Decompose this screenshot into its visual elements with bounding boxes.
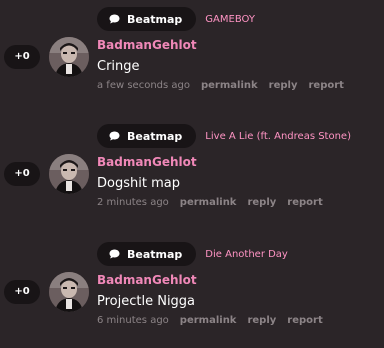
beatmap-pill-label: Beatmap [127, 129, 183, 143]
reply-link[interactable]: reply [247, 315, 276, 326]
map-title-link[interactable]: Die Another Day [205, 249, 288, 260]
report-link[interactable]: report [308, 80, 343, 91]
permalink-link[interactable]: permalink [180, 315, 237, 326]
avatar[interactable] [49, 154, 89, 194]
beatmap-pill[interactable]: Beatmap [97, 7, 197, 31]
permalink-link[interactable]: permalink [180, 197, 237, 208]
beatmap-pill[interactable]: Beatmap [97, 124, 197, 148]
report-link[interactable]: report [287, 197, 322, 208]
reply-link[interactable]: reply [269, 80, 298, 91]
comment: Beatmap Die Another Day +0 BadmanGehlot … [0, 235, 384, 347]
comment-time: 6 minutes ago [97, 315, 169, 326]
comment: Beatmap Live A Lie (ft. Andreas Stone) +… [0, 117, 384, 229]
beatmap-pill-label: Beatmap [127, 12, 183, 26]
comment-context: Beatmap GAMEBOY [97, 7, 255, 31]
username-link[interactable]: BadmanGehlot [97, 155, 197, 169]
speech-bubble-icon [109, 249, 120, 259]
map-title-link[interactable]: GAMEBOY [205, 14, 255, 25]
avatar[interactable] [49, 272, 89, 312]
comment-message: Cringe [97, 59, 140, 74]
comment-meta: a few seconds ago permalink reply report [97, 80, 344, 91]
comment-context: Beatmap Die Another Day [97, 242, 288, 266]
comment-context: Beatmap Live A Lie (ft. Andreas Stone) [97, 124, 351, 148]
vote-button[interactable]: +0 [4, 45, 40, 69]
beatmap-pill-label: Beatmap [127, 247, 183, 261]
comment-message: Projectle Nigga [97, 294, 196, 309]
speech-bubble-icon [109, 14, 120, 24]
username-link[interactable]: BadmanGehlot [97, 38, 197, 52]
comment-meta: 2 minutes ago permalink reply report [97, 197, 323, 208]
vote-button[interactable]: +0 [4, 280, 40, 304]
beatmap-pill[interactable]: Beatmap [97, 242, 197, 266]
comment: Beatmap GAMEBOY +0 BadmanGehlot Cringe a… [0, 0, 384, 112]
permalink-link[interactable]: permalink [201, 80, 258, 91]
comment-message: Dogshit map [97, 176, 180, 191]
vote-button[interactable]: +0 [4, 162, 40, 186]
reply-link[interactable]: reply [247, 197, 276, 208]
avatar[interactable] [49, 37, 89, 77]
comment-feed: Beatmap GAMEBOY +0 BadmanGehlot Cringe a… [0, 0, 384, 348]
speech-bubble-icon [109, 131, 120, 141]
comment-time: 2 minutes ago [97, 197, 169, 208]
comment-time: a few seconds ago [97, 80, 190, 91]
report-link[interactable]: report [287, 315, 322, 326]
comment-meta: 6 minutes ago permalink reply report [97, 315, 323, 326]
map-title-link[interactable]: Live A Lie (ft. Andreas Stone) [205, 131, 351, 142]
username-link[interactable]: BadmanGehlot [97, 273, 197, 287]
